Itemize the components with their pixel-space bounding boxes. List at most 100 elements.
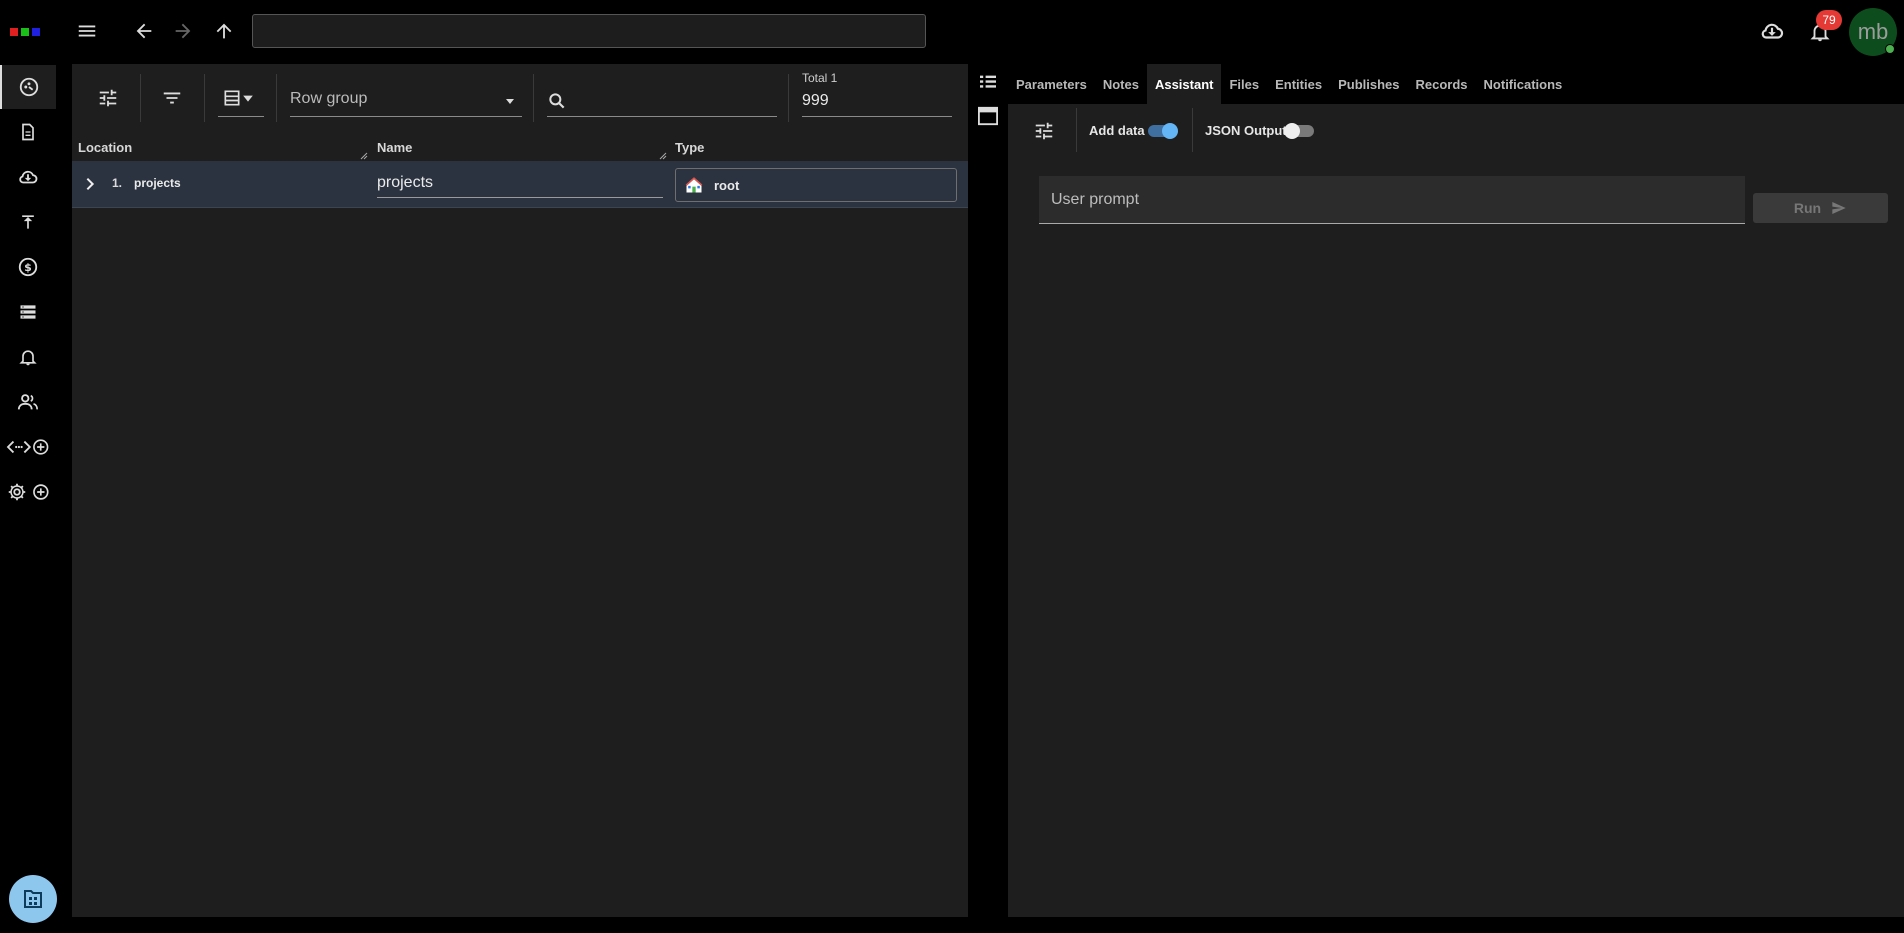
billing-icon: $ — [18, 257, 38, 277]
page-size-field[interactable]: 999 — [802, 88, 952, 117]
json-output-toggle[interactable] — [1284, 121, 1318, 141]
send-icon — [1832, 202, 1846, 214]
panel-layout-bar — [968, 64, 1008, 917]
users-icon — [17, 394, 38, 410]
detail-tabs: Parameters Notes Assistant Files Entitie… — [1008, 64, 1904, 104]
address-input[interactable] — [252, 14, 926, 48]
sidebar-item-publish[interactable] — [0, 200, 56, 244]
list-view-icon[interactable] — [978, 74, 998, 90]
notification-count-badge: 79 — [1816, 10, 1842, 30]
filter-icon[interactable] — [152, 78, 192, 118]
folder-tree-button[interactable] — [9, 875, 57, 923]
row-name-value: projects — [377, 174, 434, 191]
tab-parameters[interactable]: Parameters — [1008, 64, 1095, 104]
toolbar-divider — [140, 74, 141, 122]
row-type-label: root — [714, 177, 740, 193]
sidebar-item-notifications[interactable] — [0, 335, 56, 379]
row-group-placeholder: Row group — [290, 90, 368, 107]
toolbar-divider — [1076, 108, 1077, 152]
online-status-dot — [1885, 44, 1895, 54]
svg-text:$: $ — [24, 261, 32, 274]
house-icon — [685, 177, 703, 193]
caret-down-icon — [243, 95, 253, 102]
menu-icon[interactable] — [67, 11, 107, 51]
cloud-download-icon[interactable] — [1752, 11, 1792, 51]
tab-entities[interactable]: Entities — [1267, 64, 1330, 104]
row-index: 1. — [112, 176, 123, 190]
run-label: Run — [1793, 200, 1822, 216]
up-arrow-icon[interactable] — [204, 11, 244, 51]
chevron-right-icon[interactable] — [82, 176, 98, 192]
json-output-label: JSON Output — [1205, 123, 1287, 138]
user-prompt-placeholder: User prompt — [1051, 191, 1140, 208]
toggle-knob — [1284, 123, 1300, 139]
column-label: Type — [675, 139, 705, 155]
logo-red-square — [10, 28, 18, 36]
total-label: Total 1 — [802, 71, 838, 85]
view-mode-underline — [218, 116, 264, 117]
add-data-label: Add data — [1089, 123, 1145, 138]
search-icon — [549, 93, 565, 109]
user-prompt-field[interactable]: User prompt — [1039, 176, 1745, 224]
dashboard-icon — [19, 77, 39, 97]
tab-notes[interactable]: Notes — [1095, 64, 1147, 104]
search-field[interactable] — [547, 82, 777, 117]
folder-tree-icon — [24, 890, 42, 908]
tab-records[interactable]: Records — [1408, 64, 1476, 104]
add-data-toggle[interactable] — [1146, 121, 1180, 141]
sidebar-item-billing[interactable]: $ — [0, 245, 56, 289]
forward-arrow-icon[interactable] — [163, 11, 203, 51]
window-icon[interactable] — [977, 106, 999, 126]
row-type-chip[interactable]: root — [675, 168, 957, 202]
toolbar-divider — [276, 74, 277, 122]
column-header-type[interactable]: Type — [675, 134, 965, 160]
sidebar-item-storage[interactable] — [0, 290, 56, 334]
toolbar-divider — [1192, 108, 1193, 152]
sidebar-item-documents[interactable] — [0, 110, 56, 154]
table-panel: Row group Total 1 999 Location Name Type… — [72, 64, 968, 917]
table-toolbar: Row group Total 1 999 — [72, 64, 968, 130]
back-arrow-icon[interactable] — [124, 11, 164, 51]
tab-files[interactable]: Files — [1221, 64, 1267, 104]
app-logo[interactable] — [10, 28, 46, 36]
column-resize-handle[interactable] — [659, 152, 667, 160]
tune-icon[interactable] — [88, 78, 128, 118]
dropdown-arrow-icon — [506, 99, 514, 104]
view-mode-dropdown[interactable] — [214, 78, 262, 118]
toolbar-divider — [204, 74, 205, 122]
logo-green-square — [21, 28, 29, 36]
tab-publishes[interactable]: Publishes — [1330, 64, 1407, 104]
settings-add-icon — [8, 483, 49, 501]
table-row[interactable]: 1. projects projects root — [72, 161, 968, 208]
column-header-name[interactable]: Name — [377, 134, 667, 160]
tab-notifications[interactable]: Notifications — [1476, 64, 1571, 104]
publish-icon — [22, 215, 34, 229]
toolbar-divider — [533, 74, 534, 122]
sidebar-item-settings-add[interactable] — [0, 470, 56, 514]
column-resize-handle[interactable] — [360, 152, 368, 160]
storage-icon — [20, 305, 36, 319]
column-label: Location — [78, 139, 133, 155]
logo-blue-square — [32, 28, 40, 36]
column-label: Name — [377, 139, 413, 155]
tab-assistant[interactable]: Assistant — [1146, 64, 1222, 104]
run-button[interactable]: Run — [1753, 193, 1888, 223]
sidebar-item-downloads[interactable] — [0, 155, 56, 199]
toggle-knob — [1162, 123, 1178, 139]
search-input[interactable] — [575, 88, 775, 112]
page-size-value: 999 — [802, 92, 829, 109]
tune-icon[interactable] — [1024, 111, 1064, 151]
cloud-download-icon — [19, 170, 38, 184]
row-group-select[interactable]: Row group — [290, 82, 522, 117]
sidebar-item-dashboard[interactable] — [0, 65, 56, 109]
column-header-location[interactable]: Location — [78, 134, 368, 160]
document-icon — [22, 123, 34, 141]
api-add-icon — [6, 439, 49, 455]
toolbar-divider — [788, 74, 789, 122]
bell-icon — [19, 350, 37, 366]
sidebar-item-api-add[interactable] — [0, 425, 56, 469]
sidebar-item-users[interactable] — [0, 380, 56, 424]
row-name-input[interactable]: projects — [377, 169, 663, 198]
table-view-icon — [224, 90, 240, 106]
row-location: projects — [134, 176, 181, 190]
